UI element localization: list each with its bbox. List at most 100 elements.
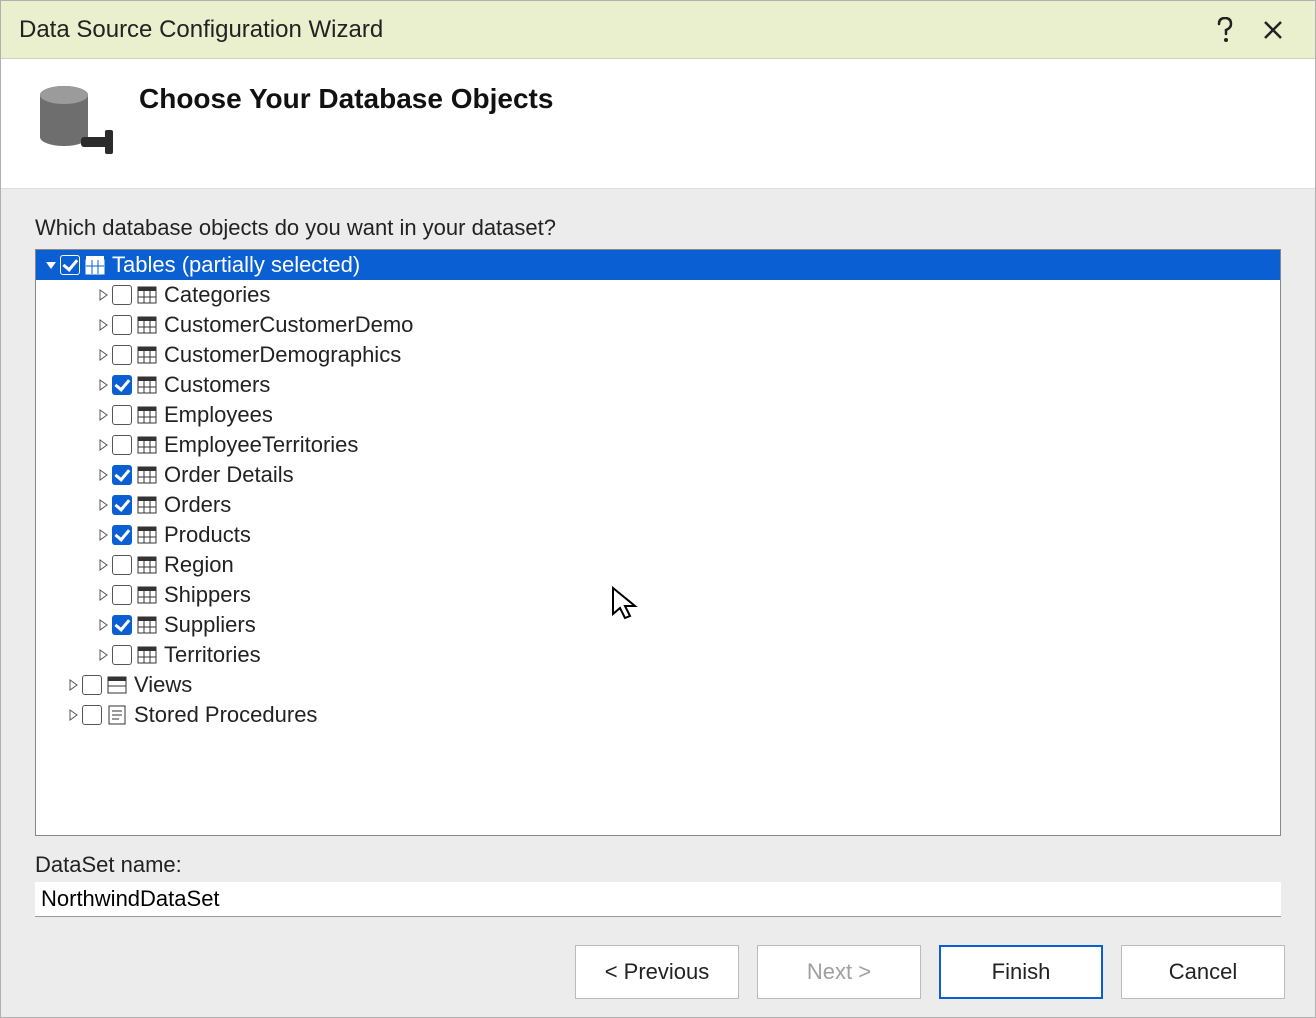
expander-closed-icon[interactable] [96,378,110,392]
tree-node-table[interactable]: CustomerCustomerDemo [36,310,1280,340]
tree-node-table[interactable]: Territories [36,640,1280,670]
checkbox-table[interactable] [112,555,132,575]
expander-closed-icon[interactable] [96,438,110,452]
checkbox-table[interactable] [112,465,132,485]
tree-node-label: Employees [164,402,273,428]
expander-closed-icon[interactable] [96,618,110,632]
expander-closed-icon[interactable] [96,468,110,482]
expander-closed-icon[interactable] [66,708,80,722]
tree-node-table[interactable]: Suppliers [36,610,1280,640]
expander-closed-icon[interactable] [96,648,110,662]
tree-node-label: Views [134,672,192,698]
table-icon [136,524,158,546]
tables-group-icon [84,254,106,276]
expander-closed-icon[interactable] [96,348,110,362]
table-icon [136,584,158,606]
wizard-footer: < Previous Next > Finish Cancel [1,927,1315,1017]
window-title: Data Source Configuration Wizard [19,16,1201,44]
tree-node-label: Suppliers [164,612,256,638]
expander-closed-icon[interactable] [96,558,110,572]
tree-node-label: Shippers [164,582,251,608]
finish-button[interactable]: Finish [939,945,1103,999]
expander-closed-icon[interactable] [96,498,110,512]
tree-node-label: Territories [164,642,261,668]
checkbox-table[interactable] [112,285,132,305]
table-icon [136,614,158,636]
previous-button[interactable]: < Previous [575,945,739,999]
expander-closed-icon[interactable] [66,678,80,692]
checkbox-table[interactable] [112,405,132,425]
checkbox-views[interactable] [82,675,102,695]
tree-node-table[interactable]: Customers [36,370,1280,400]
tree-node-table[interactable]: Employees [36,400,1280,430]
step-heading: Choose Your Database Objects [139,83,553,115]
tree-node-label: Region [164,552,234,578]
table-icon [136,404,158,426]
expander-closed-icon[interactable] [96,318,110,332]
tree-node-label: Categories [164,282,270,308]
table-icon [136,344,158,366]
checkbox-table[interactable] [112,375,132,395]
checkbox-table[interactable] [112,315,132,335]
tree-node-label: Tables (partially selected) [112,252,360,278]
expander-closed-icon[interactable] [96,588,110,602]
tree-node-label: Order Details [164,462,294,488]
tree-node-table[interactable]: CustomerDemographics [36,340,1280,370]
table-icon [136,464,158,486]
titlebar: Data Source Configuration Wizard [1,1,1315,59]
table-icon [136,554,158,576]
expander-closed-icon[interactable] [96,528,110,542]
checkbox-table[interactable] [112,525,132,545]
help-button[interactable] [1201,6,1249,54]
objects-tree[interactable]: Tables (partially selected) Categories Cu… [35,249,1281,836]
expander-open-icon[interactable] [44,258,58,272]
tree-node-table[interactable]: EmployeeTerritories [36,430,1280,460]
wizard-header: Choose Your Database Objects [1,59,1315,189]
table-icon [136,314,158,336]
expander-closed-icon[interactable] [96,408,110,422]
close-icon [1263,20,1283,40]
checkbox-tables-root[interactable] [60,255,80,275]
close-button[interactable] [1249,6,1297,54]
tree-node-views[interactable]: Views [36,670,1280,700]
tree-node-label: Customers [164,372,270,398]
checkbox-table[interactable] [112,585,132,605]
checkbox-table[interactable] [112,615,132,635]
help-icon [1216,17,1234,43]
tree-node-tables[interactable]: Tables (partially selected) [36,250,1280,280]
dataset-name-label: DataSet name: [35,852,1281,878]
dataset-name-input[interactable] [35,882,1281,917]
next-button[interactable]: Next > [757,945,921,999]
tree-node-table[interactable]: Categories [36,280,1280,310]
tree-node-label: Products [164,522,251,548]
table-icon [136,374,158,396]
tree-node-label: EmployeeTerritories [164,432,358,458]
checkbox-table[interactable] [112,495,132,515]
wizard-body: Which database objects do you want in yo… [1,189,1315,927]
stored-procedure-icon [106,704,128,726]
tree-node-table[interactable]: Order Details [36,460,1280,490]
tree-node-table[interactable]: Products [36,520,1280,550]
tree-node-label: Stored Procedures [134,702,317,728]
checkbox-table[interactable] [112,645,132,665]
tree-node-label: CustomerDemographics [164,342,401,368]
tree-node-label: CustomerCustomerDemo [164,312,413,338]
table-icon [136,494,158,516]
tree-node-table[interactable]: Orders [36,490,1280,520]
table-icon [136,434,158,456]
checkbox-sprocs[interactable] [82,705,102,725]
database-icon [29,77,119,167]
tree-node-table[interactable]: Region [36,550,1280,580]
checkbox-table[interactable] [112,345,132,365]
prompt-text: Which database objects do you want in yo… [35,215,1281,241]
tree-node-label: Orders [164,492,231,518]
cancel-button[interactable]: Cancel [1121,945,1285,999]
checkbox-table[interactable] [112,435,132,455]
view-icon [106,674,128,696]
table-icon [136,284,158,306]
tree-node-sprocs[interactable]: Stored Procedures [36,700,1280,730]
wizard-window: Data Source Configuration Wizard [0,0,1316,1018]
tree-node-table[interactable]: Shippers [36,580,1280,610]
expander-closed-icon[interactable] [96,288,110,302]
table-icon [136,644,158,666]
